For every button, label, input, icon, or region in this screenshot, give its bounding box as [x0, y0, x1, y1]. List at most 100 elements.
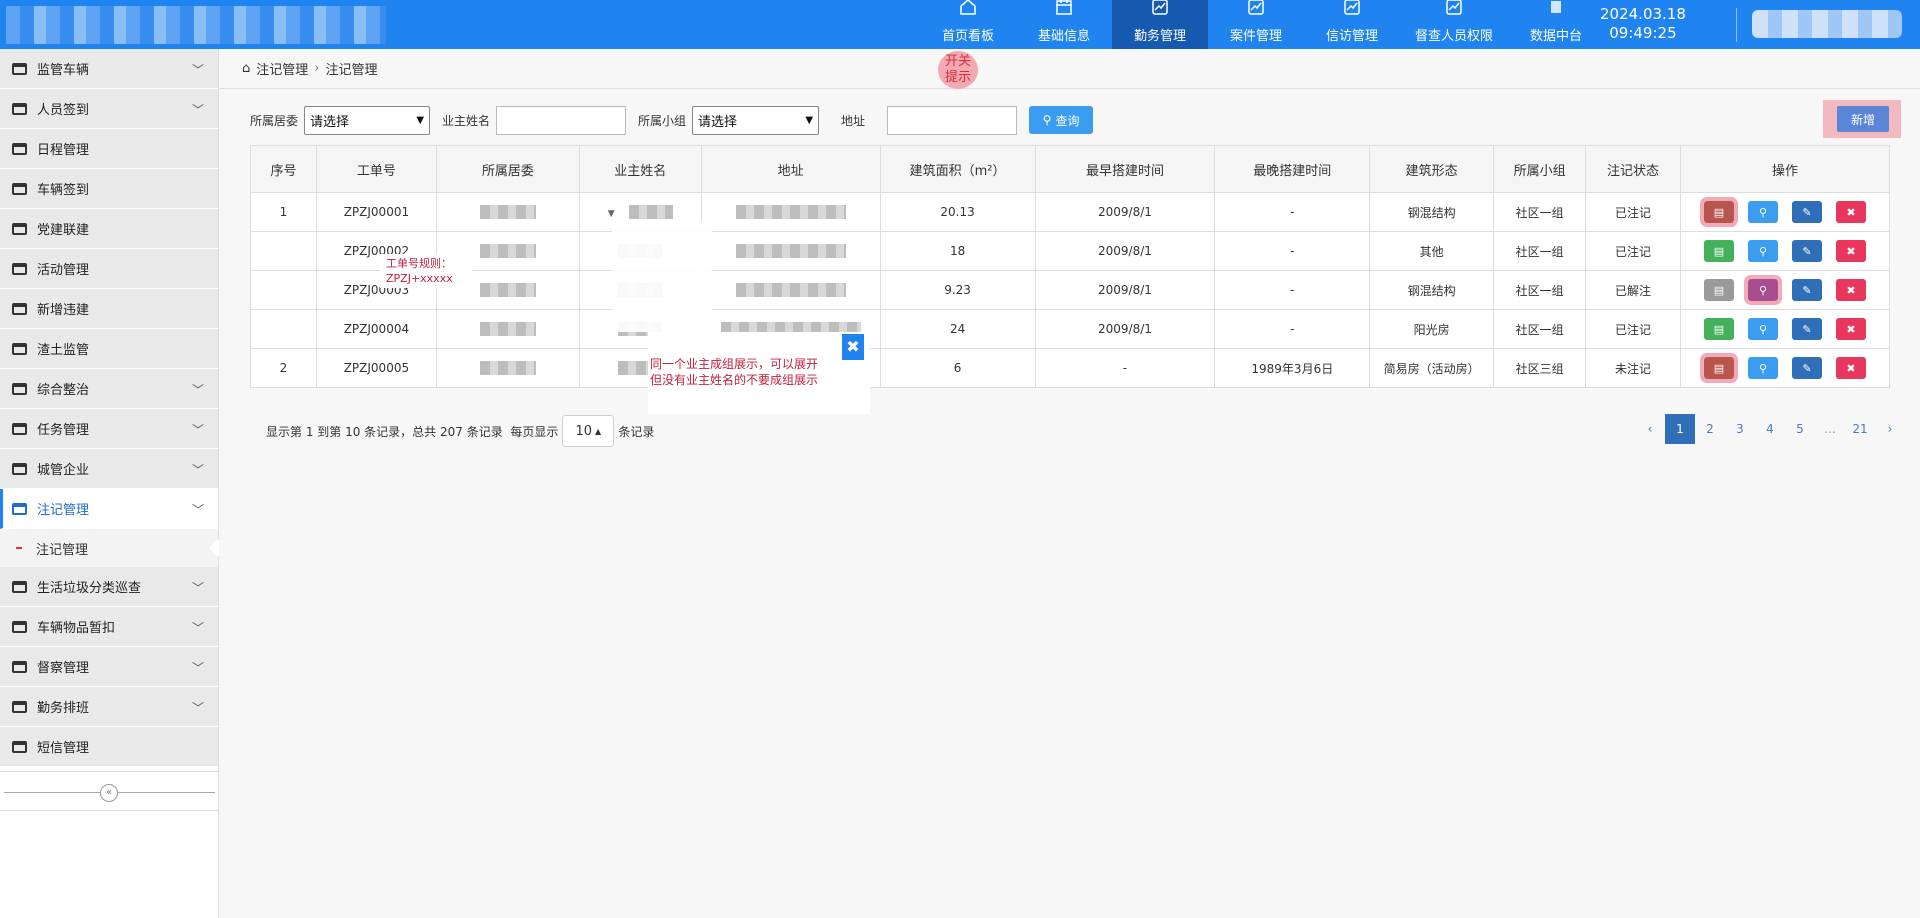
- page-button-5[interactable]: 5: [1785, 414, 1815, 444]
- sidebar-item-tasks[interactable]: 任务管理 ﹀: [0, 409, 218, 449]
- area-cell: 20.13: [879, 192, 1036, 232]
- page-button-3[interactable]: 3: [1725, 414, 1755, 444]
- sidebar-item-vehicle-item-detention[interactable]: 车辆物品暂扣 ﹀: [0, 607, 218, 647]
- prev-page-button[interactable]: ‹: [1635, 414, 1665, 444]
- sidebar-subitem-annotation-management[interactable]: 注记管理: [0, 529, 219, 567]
- sidebar-item-activity[interactable]: 活动管理: [0, 249, 218, 289]
- status-cell: 已注记: [1585, 192, 1681, 232]
- grouping-rule-text: 同一个业主成组展示，可以展开 但没有业主姓名的不要成组展示: [650, 357, 819, 387]
- column-header: 地址: [700, 145, 881, 193]
- area-cell: 24: [879, 309, 1036, 349]
- breadcrumb-item[interactable]: 注记管理: [256, 59, 308, 78]
- status-cell: 已解注: [1585, 270, 1681, 310]
- group-select[interactable]: 请选择 ▼: [692, 105, 820, 135]
- edit-button[interactable]: ✎: [1791, 318, 1822, 340]
- delete-button[interactable]: ✖: [1835, 357, 1866, 379]
- filter-bar: 所属居委 请选择 ▼ 业主姓名 所属小组 请选择 ▼ 地址 ⚲ 查询: [250, 105, 1094, 135]
- column-header: 注记状态: [1585, 145, 1681, 193]
- edit-button[interactable]: ✎: [1791, 279, 1822, 301]
- edit-button[interactable]: ✎: [1791, 357, 1822, 379]
- nav-label: 案件管理: [1229, 29, 1282, 44]
- nav-inspector-permissions[interactable]: 督查人员权限: [1400, 0, 1508, 49]
- annotate-button[interactable]: ▤: [1703, 279, 1734, 301]
- sidebar-item-muck-supervision[interactable]: 渣土监管: [0, 329, 218, 369]
- earliest-cell: 2009/8/1: [1034, 309, 1216, 349]
- group-cell: 社区一组: [1493, 192, 1587, 232]
- delete-button[interactable]: ✖: [1835, 279, 1866, 301]
- sidebar-item-annotation-management[interactable]: 注记管理 ﹀: [0, 489, 218, 529]
- chevron-down-icon: ﹀: [191, 383, 204, 397]
- sidebar-item-party-building[interactable]: 党建联建: [0, 209, 218, 249]
- nav-basic-info[interactable]: 基础信息: [1016, 0, 1112, 49]
- page-button-2[interactable]: 2: [1695, 414, 1725, 444]
- delete-button[interactable]: ✖: [1835, 240, 1866, 262]
- community-select[interactable]: 请选择 ▼: [304, 105, 431, 135]
- edit-button[interactable]: ✎: [1791, 240, 1822, 262]
- query-button[interactable]: ⚲ 查询: [1029, 106, 1094, 134]
- delete-button[interactable]: ✖: [1835, 201, 1866, 223]
- nav-home[interactable]: 首页看板: [920, 0, 1016, 49]
- table-row: ZPZJ00002 18 2009/8/1 - 其他 社区一组 已注记 ▤ ⚲ …: [250, 231, 1891, 271]
- collapse-sidebar-icon[interactable]: «: [100, 784, 118, 802]
- page-size-select[interactable]: 10 ▲: [562, 415, 615, 447]
- sidebar-item-staff-checkin[interactable]: 人员签到 ﹀: [0, 89, 218, 129]
- delete-button[interactable]: ✖: [1835, 318, 1866, 340]
- page-button-21[interactable]: 21: [1845, 414, 1875, 444]
- sidebar-item-label: 车辆物品暂扣: [37, 621, 116, 636]
- community-cell: [435, 309, 580, 349]
- group-select-value: 请选择: [698, 114, 738, 130]
- page-button-1[interactable]: 1: [1665, 414, 1695, 444]
- nav-petition-management[interactable]: 信访管理: [1304, 0, 1400, 49]
- view-button[interactable]: ⚲: [1747, 318, 1778, 340]
- sidebar-item-monitored-vehicles[interactable]: 监管车辆 ﹀: [0, 49, 218, 89]
- user-avatar[interactable]: [1752, 10, 1902, 38]
- close-icon: ✖: [1846, 244, 1856, 258]
- nav-duty-management[interactable]: 勤务管理: [1112, 0, 1208, 49]
- ops-cell: ▤ ⚲ ✎ ✖: [1679, 309, 1891, 349]
- seq-cell: 1: [250, 192, 317, 232]
- annotate-button[interactable]: ▤: [1703, 240, 1734, 262]
- group-cell: 社区一组: [1493, 231, 1587, 271]
- sidebar-item-garbage-inspection[interactable]: 生活垃圾分类巡查 ﹀: [0, 567, 218, 607]
- annotate-button[interactable]: ▤: [1699, 353, 1738, 383]
- window-icon: [12, 700, 27, 713]
- annotate-button[interactable]: ▤: [1699, 197, 1738, 227]
- nav-data-center[interactable]: 数据中台: [1508, 0, 1604, 49]
- current-time: 09:49:25: [1609, 24, 1677, 42]
- active-pointer: [209, 539, 219, 557]
- expand-caret-icon[interactable]: ▼: [608, 209, 615, 219]
- sidebar-item-duty-roster[interactable]: 勤务排班 ﹀: [0, 687, 218, 727]
- sidebar-item-schedule[interactable]: 日程管理: [0, 129, 218, 169]
- annotate-button[interactable]: ▤: [1703, 318, 1734, 340]
- nav-case-management[interactable]: 案件管理: [1208, 0, 1304, 49]
- sidebar-item-new-illegal-building[interactable]: 新增违建: [0, 289, 218, 329]
- add-button[interactable]: 新增: [1837, 106, 1889, 132]
- view-button[interactable]: ⚲: [1743, 275, 1782, 305]
- edit-button[interactable]: ✎: [1791, 201, 1822, 223]
- address-cell: [700, 270, 881, 310]
- caret-down-icon: ▼: [416, 114, 425, 126]
- view-button[interactable]: ⚲: [1747, 357, 1778, 379]
- sidebar-item-vehicle-checkin[interactable]: 车辆签到: [0, 169, 218, 209]
- page-button-4[interactable]: 4: [1755, 414, 1785, 444]
- next-page-button[interactable]: ›: [1875, 414, 1905, 444]
- view-button[interactable]: ⚲: [1747, 240, 1778, 262]
- annotation-table: 序号 工单号 所属居委 业主姓名 地址 建筑面积（m²） 最早搭建时间 最晚搭建…: [250, 145, 1891, 388]
- sidebar-item-urban-enterprises[interactable]: 城管企业 ﹀: [0, 449, 218, 489]
- address-input[interactable]: [887, 105, 1018, 135]
- ops-cell: ▤ ⚲ ✎ ✖: [1679, 270, 1891, 310]
- home-icon[interactable]: ⌂: [242, 61, 250, 76]
- community-cell: [435, 348, 580, 388]
- sidebar-item-sms-management[interactable]: 短信管理: [0, 727, 218, 767]
- view-button[interactable]: ⚲: [1747, 201, 1778, 223]
- close-note-button[interactable]: ✖: [842, 334, 864, 360]
- app-logo: [6, 6, 386, 44]
- switch-tip-badge[interactable]: 开关 提示: [938, 51, 978, 89]
- window-icon: [12, 302, 27, 315]
- owner-name-input[interactable]: [496, 105, 627, 135]
- column-header: 操作: [1679, 145, 1891, 193]
- sidebar-item-comprehensive-rectification[interactable]: 综合整治 ﹀: [0, 369, 218, 409]
- form-cell: 阳光房: [1369, 309, 1495, 349]
- sidebar-item-supervision[interactable]: 督察管理 ﹀: [0, 647, 218, 687]
- redacted-text: [479, 361, 536, 376]
